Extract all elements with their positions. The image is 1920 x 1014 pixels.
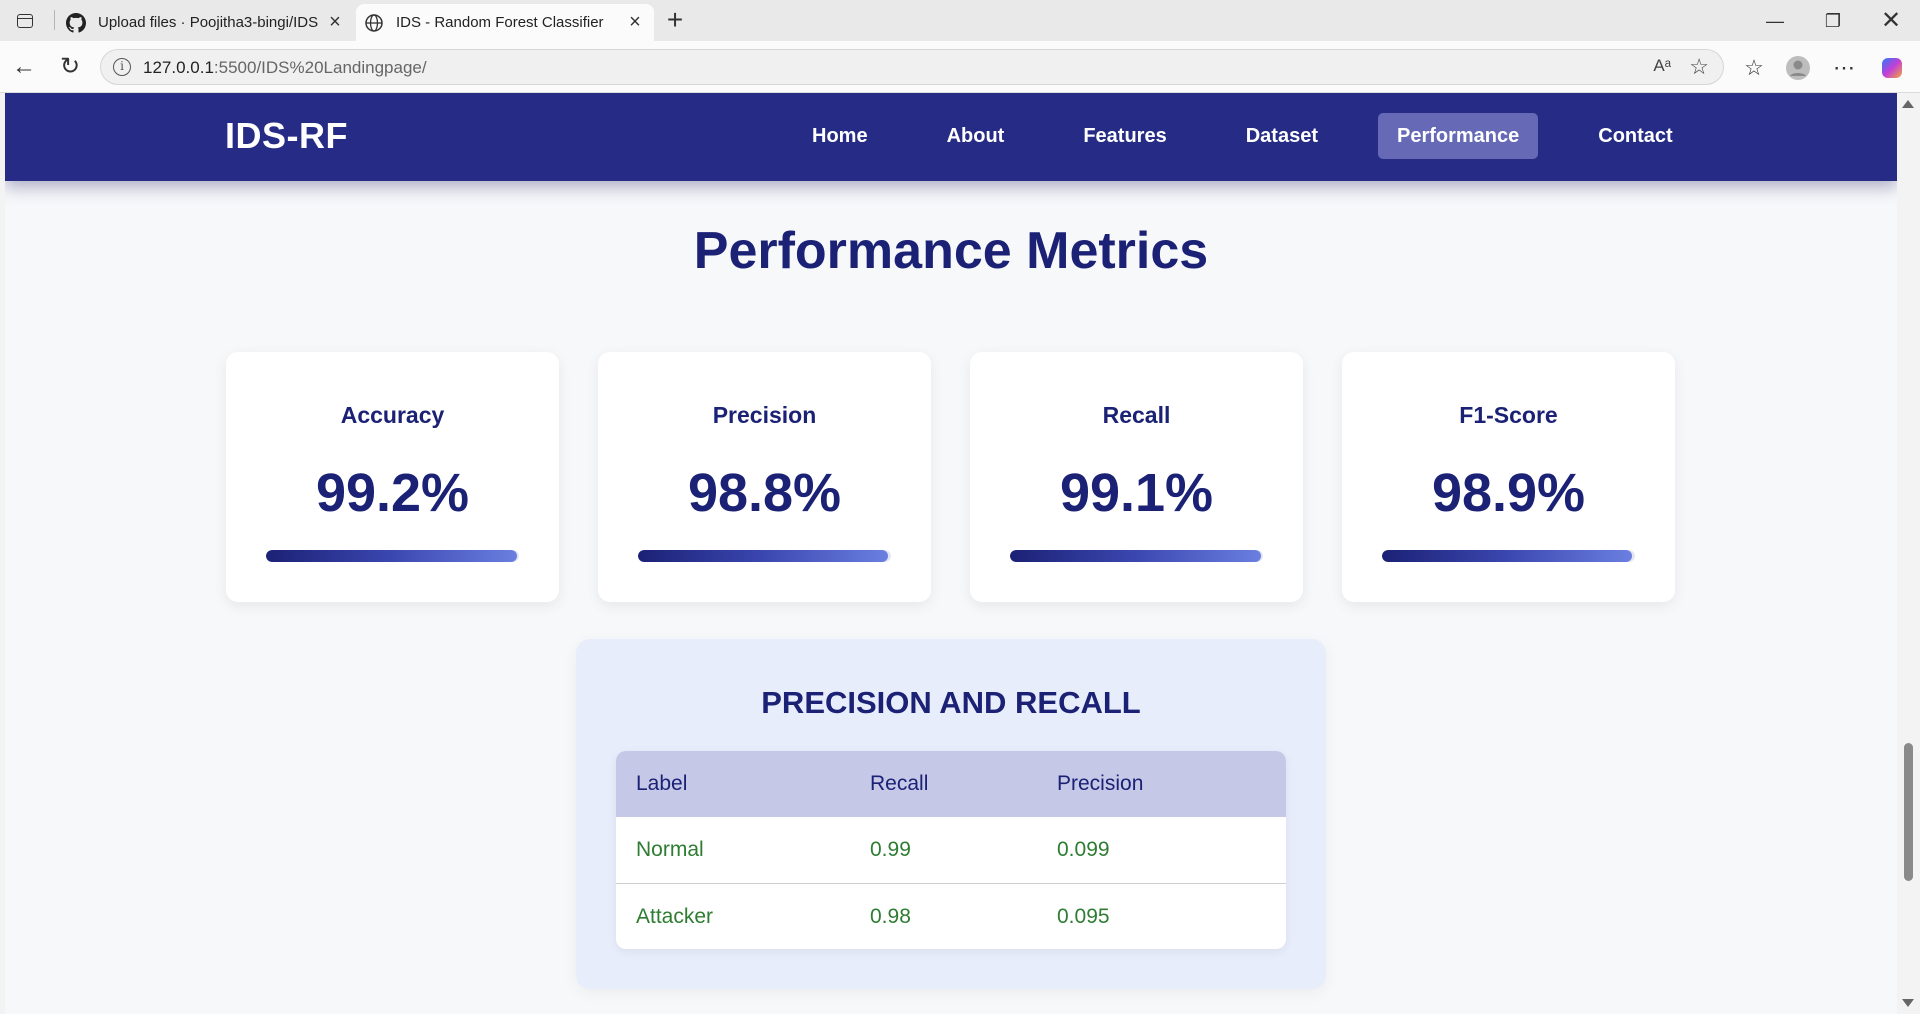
favorite-star-icon[interactable]: ☆ — [1689, 54, 1709, 80]
new-tab-icon[interactable]: + — [660, 6, 690, 36]
precision-recall-table: Label Recall Precision Normal 0.99 0.099… — [616, 751, 1286, 949]
nav-link-about[interactable]: About — [928, 113, 1024, 159]
cell-label: Attacker — [636, 905, 714, 928]
metric-progress-bar — [266, 550, 519, 562]
column-header-recall: Recall — [870, 772, 929, 795]
nav-link-home[interactable]: Home — [793, 113, 887, 159]
tab-title: Upload files · Poojitha3-bingi/IDS — [98, 14, 318, 31]
section-title: Performance Metrics — [693, 222, 1209, 280]
metric-card-accuracy: Accuracy 99.2% — [226, 352, 559, 602]
metric-progress-fill — [1010, 550, 1261, 562]
tab-actions-icon[interactable] — [12, 9, 38, 31]
restore-icon[interactable]: ❐ — [1810, 6, 1856, 36]
close-tab-icon[interactable]: × — [626, 12, 644, 32]
scroll-up-icon[interactable] — [1902, 100, 1914, 108]
cell-label: Normal — [636, 838, 704, 861]
scrollbar-thumb[interactable] — [1904, 743, 1913, 881]
cell-precision: 0.099 — [1057, 838, 1110, 861]
precision-recall-panel: PRECISION AND RECALL Label Recall Precis… — [576, 639, 1326, 989]
nav-links: Home About Features Dataset Performance … — [793, 113, 1692, 159]
tab-separator — [54, 10, 55, 30]
metric-label: Recall — [1102, 402, 1171, 428]
scroll-down-icon[interactable] — [1902, 999, 1914, 1007]
table-row: Normal 0.99 0.099 — [616, 817, 1286, 883]
nav-link-features[interactable]: Features — [1064, 113, 1185, 159]
table-header-row: Label Recall Precision — [616, 751, 1286, 817]
refresh-icon[interactable]: ↻ — [54, 51, 86, 83]
url-field[interactable]: i 127.0.0.1:5500/IDS%20Landingpage/ Aᵃ ☆ — [100, 49, 1724, 85]
page-viewport: IDS-RF Home About Features Dataset Perfo… — [5, 93, 1897, 1014]
metric-card-precision: Precision 98.8% — [598, 352, 931, 602]
metric-label: Accuracy — [340, 402, 445, 428]
back-icon[interactable]: ← — [8, 51, 40, 83]
minimize-icon[interactable]: — — [1752, 6, 1798, 36]
tab-title: IDS - Random Forest Classifier — [396, 14, 604, 31]
window-close-icon[interactable]: ✕ — [1868, 6, 1914, 36]
cell-recall: 0.98 — [870, 905, 911, 928]
metric-value: 98.8% — [687, 463, 842, 523]
metric-value: 99.1% — [1059, 463, 1214, 523]
read-aloud-icon[interactable]: Aᵃ — [1653, 56, 1671, 76]
site-logo[interactable]: IDS-RF — [225, 115, 348, 157]
metric-progress-fill — [638, 550, 888, 562]
metric-progress-bar — [1382, 550, 1635, 562]
browser-tab-github[interactable]: Upload files · Poojitha3-bingi/IDS × — [58, 4, 354, 41]
metric-card-f1-score: F1-Score 98.9% — [1342, 352, 1675, 602]
github-icon — [66, 12, 86, 33]
copilot-icon[interactable] — [1876, 52, 1908, 84]
table-title: PRECISION AND RECALL — [761, 685, 1141, 720]
metric-value: 98.9% — [1431, 463, 1586, 523]
metric-progress-fill — [1382, 550, 1633, 562]
site-info-icon[interactable]: i — [113, 58, 131, 76]
metric-progress-bar — [638, 550, 891, 562]
close-tab-icon[interactable]: × — [326, 12, 344, 32]
nav-link-contact[interactable]: Contact — [1579, 113, 1691, 159]
metric-progress-bar — [1010, 550, 1263, 562]
metric-value: 99.2% — [315, 463, 470, 523]
column-header-precision: Precision — [1057, 772, 1144, 795]
globe-icon — [365, 13, 383, 32]
browser-tab-ids[interactable]: IDS - Random Forest Classifier × — [356, 4, 654, 41]
nav-link-dataset[interactable]: Dataset — [1227, 113, 1337, 159]
metric-progress-fill — [266, 550, 517, 562]
table-row: Attacker 0.98 0.095 — [616, 883, 1286, 949]
page-scrollbar[interactable] — [1897, 93, 1920, 1014]
more-options-icon[interactable]: ⋯ — [1828, 52, 1860, 84]
url-text: 127.0.0.1:5500/IDS%20Landingpage/ — [143, 58, 427, 77]
cell-recall: 0.99 — [870, 838, 911, 861]
metric-card-recall: Recall 99.1% — [970, 352, 1303, 602]
metric-label: Precision — [712, 402, 817, 428]
favorites-icon[interactable]: ☆ — [1738, 52, 1770, 84]
cell-precision: 0.095 — [1057, 905, 1110, 928]
profile-avatar[interactable] — [1782, 52, 1814, 84]
column-header-label: Label — [636, 772, 688, 795]
metric-label: F1-Score — [1459, 402, 1558, 428]
site-navbar: IDS-RF Home About Features Dataset Perfo… — [5, 93, 1897, 181]
nav-link-performance[interactable]: Performance — [1377, 113, 1539, 159]
browser-tab-strip: Upload files · Poojitha3-bingi/IDS × IDS… — [0, 0, 1920, 41]
browser-address-bar: ← ↻ i 127.0.0.1:5500/IDS%20Landingpage/ … — [0, 41, 1920, 93]
